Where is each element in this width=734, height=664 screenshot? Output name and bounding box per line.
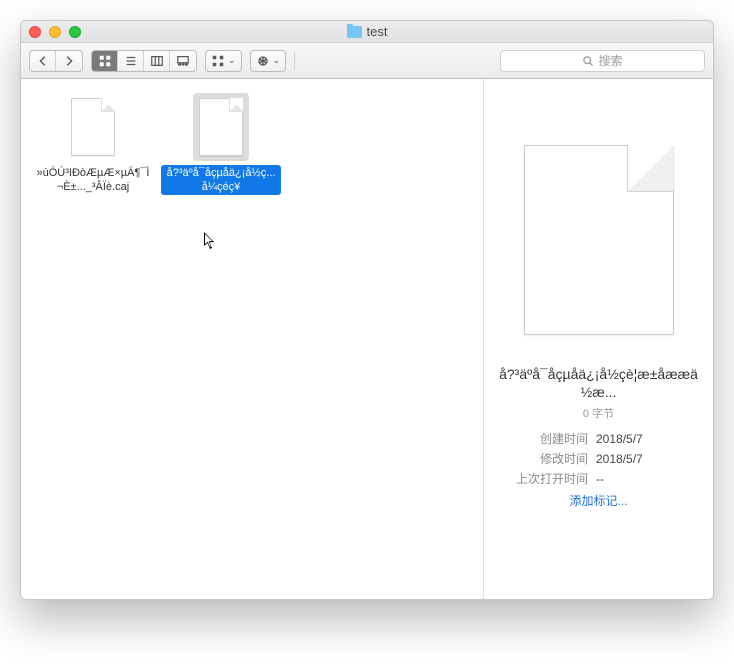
preview-filename: å?³äºå¯åçµåä¿¡å½çè¦æ±åææä½æ...	[498, 365, 699, 401]
view-switcher	[91, 50, 197, 72]
meta-label: 上次打开时间	[498, 469, 588, 489]
document-icon	[199, 98, 243, 156]
close-button[interactable]	[29, 26, 41, 38]
chevron-down-icon: ⌄	[273, 55, 281, 66]
action-menu-button[interactable]: ⌄	[250, 50, 287, 72]
preview-filesize: 0 字节	[583, 405, 614, 421]
document-icon	[71, 98, 115, 156]
toolbar-divider	[294, 52, 295, 70]
preview-icon	[524, 145, 674, 335]
gallery-view-button[interactable]	[170, 51, 196, 71]
meta-row-opened: 上次打开时间 --	[498, 469, 699, 489]
group-by-button[interactable]: ⌄	[205, 50, 242, 72]
mouse-cursor	[204, 232, 216, 250]
titlebar: test	[21, 21, 713, 43]
traffic-lights	[29, 26, 81, 38]
file-label: å?³äºå¯åçµåä¿¡å½ç...å¼çéç¥	[161, 165, 281, 195]
meta-row-modified: 修改时间 2018/5/7	[498, 449, 699, 469]
file-icon	[193, 93, 249, 161]
forward-button[interactable]	[56, 51, 82, 71]
add-tags[interactable]: 添加标记...	[498, 491, 699, 511]
window-title: test	[21, 24, 713, 39]
meta-value: --	[596, 469, 604, 489]
icon-view-button[interactable]	[92, 51, 118, 71]
file-item-selected[interactable]: å?³äºå¯åçµåä¿¡å½ç...å¼çéç¥	[157, 93, 285, 195]
nav-buttons	[29, 50, 83, 72]
add-tags-link[interactable]: 添加标记...	[569, 491, 627, 511]
search-placeholder: 搜索	[598, 52, 622, 69]
file-item[interactable]: »ùÓÚ³IÐòÆµÆ×µÄ¶¯Ì¬È±..._³ÂÏè.caj	[29, 93, 157, 195]
file-label: »ùÓÚ³IÐòÆµÆ×µÄ¶¯Ì¬È±..._³ÂÏè.caj	[33, 165, 153, 195]
column-view-button[interactable]	[144, 51, 170, 71]
window-title-text: test	[367, 24, 388, 39]
meta-label: 修改时间	[498, 449, 588, 469]
file-icon	[65, 93, 121, 161]
meta-value: 2018/5/7	[596, 429, 643, 449]
file-grid[interactable]: »ùÓÚ³IÐòÆµÆ×µÄ¶¯Ì¬È±..._³ÂÏè.caj å?³äºå¯…	[21, 79, 483, 599]
zoom-button[interactable]	[69, 26, 81, 38]
search-icon	[582, 55, 594, 67]
content-area: »ùÓÚ³IÐòÆµÆ×µÄ¶¯Ì¬È±..._³ÂÏè.caj å?³äºå¯…	[21, 79, 713, 599]
meta-value: 2018/5/7	[596, 449, 643, 469]
preview-pane: å?³äºå¯åçµåä¿¡å½çè¦æ±åææä½æ... 0 字节 创建时间…	[483, 79, 713, 599]
meta-row-created: 创建时间 2018/5/7	[498, 429, 699, 449]
back-button[interactable]	[30, 51, 56, 71]
meta-label: 创建时间	[498, 429, 588, 449]
minimize-button[interactable]	[49, 26, 61, 38]
document-icon-large	[524, 145, 674, 335]
preview-metadata: 创建时间 2018/5/7 修改时间 2018/5/7 上次打开时间 -- 添加…	[498, 429, 699, 511]
search-input[interactable]: 搜索	[500, 50, 705, 72]
folder-icon	[347, 26, 362, 38]
list-view-button[interactable]	[118, 51, 144, 71]
chevron-down-icon: ⌄	[228, 55, 236, 66]
toolbar: ⌄ ⌄ 搜索	[21, 43, 713, 79]
finder-window: test ⌄	[20, 20, 714, 600]
